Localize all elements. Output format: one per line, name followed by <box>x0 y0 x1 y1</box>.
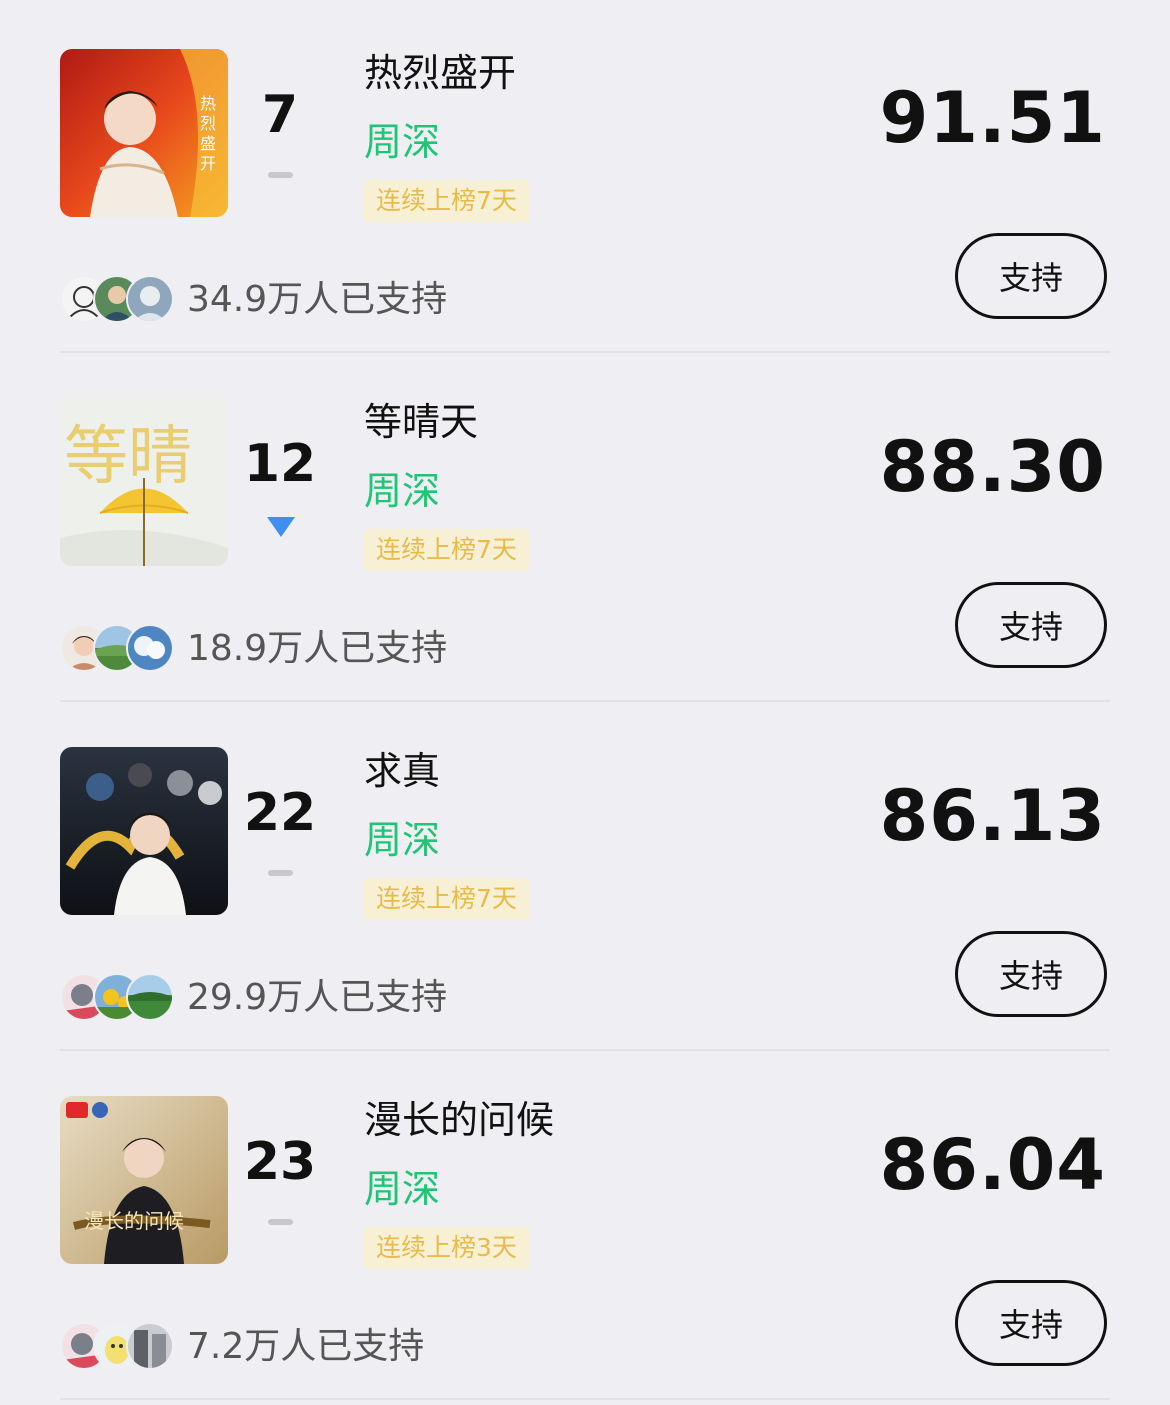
score: 88.30 <box>879 426 1106 508</box>
artist-name[interactable]: 周深 <box>364 117 440 167</box>
supporter-avatars <box>60 973 176 1021</box>
support-button[interactable]: 支持 <box>955 1280 1107 1366</box>
avatar <box>126 973 174 1021</box>
score: 86.04 <box>879 1124 1106 1206</box>
cover-art[interactable] <box>60 747 228 915</box>
ranking-entry[interactable]: 等晴 12 等晴天 周深 连续上榜7天 88.30 支持 18.9万人已支持 <box>0 349 1170 702</box>
avatar <box>126 1322 174 1370</box>
song-title[interactable]: 热烈盛开 <box>364 48 516 98</box>
streak-badge: 连续上榜7天 <box>363 878 530 920</box>
artist-name[interactable]: 周深 <box>364 815 440 865</box>
streak-badge: 连续上榜7天 <box>363 180 530 222</box>
support-button[interactable]: 支持 <box>955 931 1107 1017</box>
song-title[interactable]: 漫长的问候 <box>364 1095 554 1145</box>
avatar <box>126 275 174 323</box>
rank-unchanged-icon <box>268 172 293 178</box>
ranking-entry[interactable]: 热 烈 盛 开 7 热烈盛开 周深 连续上榜7天 91.51 支持 34.9万人… <box>0 0 1170 353</box>
cover-art[interactable]: 热 烈 盛 开 <box>60 49 228 217</box>
divider <box>60 1398 1110 1400</box>
rank-unchanged-icon <box>268 1219 293 1225</box>
song-title[interactable]: 求真 <box>364 746 440 796</box>
score: 91.51 <box>879 77 1106 159</box>
supporter-avatars <box>60 624 176 672</box>
svg-text:等晴: 等晴 <box>64 420 192 494</box>
support-button[interactable]: 支持 <box>955 582 1107 668</box>
supporter-count: 18.9万人已支持 <box>187 628 448 669</box>
rank-number: 22 <box>243 783 317 843</box>
svg-text:开: 开 <box>200 154 216 173</box>
svg-text:漫长的问候: 漫长的问候 <box>84 1209 184 1233</box>
svg-text:热: 热 <box>200 94 216 113</box>
avatar <box>126 624 174 672</box>
cover-art[interactable]: 等晴 <box>60 398 228 566</box>
supporter-count: 7.2万人已支持 <box>187 1326 425 1367</box>
rank-number: 7 <box>261 85 299 145</box>
supporter-count: 34.9万人已支持 <box>187 279 448 320</box>
svg-text:盛: 盛 <box>200 134 216 153</box>
ranking-list: 热 烈 盛 开 7 热烈盛开 周深 连续上榜7天 91.51 支持 34.9万人… <box>0 0 1170 1405</box>
support-button[interactable]: 支持 <box>955 233 1107 319</box>
supporter-avatars <box>60 1322 176 1370</box>
rank-number: 23 <box>243 1132 317 1192</box>
song-title[interactable]: 等晴天 <box>364 397 478 447</box>
ranking-entry[interactable]: 漫长的问候 23 漫长的问候 周深 连续上榜3天 86.04 支持 7.2万人已… <box>0 1047 1170 1400</box>
score: 86.13 <box>879 775 1106 857</box>
cover-art[interactable]: 漫长的问候 <box>60 1096 228 1264</box>
ranking-entry[interactable]: 22 求真 周深 连续上榜7天 86.13 支持 29.9万人已支持 <box>0 698 1170 1051</box>
streak-badge: 连续上榜7天 <box>363 529 530 571</box>
streak-badge: 连续上榜3天 <box>363 1227 530 1269</box>
rank-number: 12 <box>243 434 317 494</box>
supporter-avatars <box>60 275 176 323</box>
svg-text:烈: 烈 <box>200 114 216 133</box>
artist-name[interactable]: 周深 <box>364 466 440 516</box>
supporter-count: 29.9万人已支持 <box>187 977 448 1018</box>
rank-unchanged-icon <box>268 870 293 876</box>
rank-down-icon <box>267 517 295 537</box>
artist-name[interactable]: 周深 <box>364 1164 440 1214</box>
